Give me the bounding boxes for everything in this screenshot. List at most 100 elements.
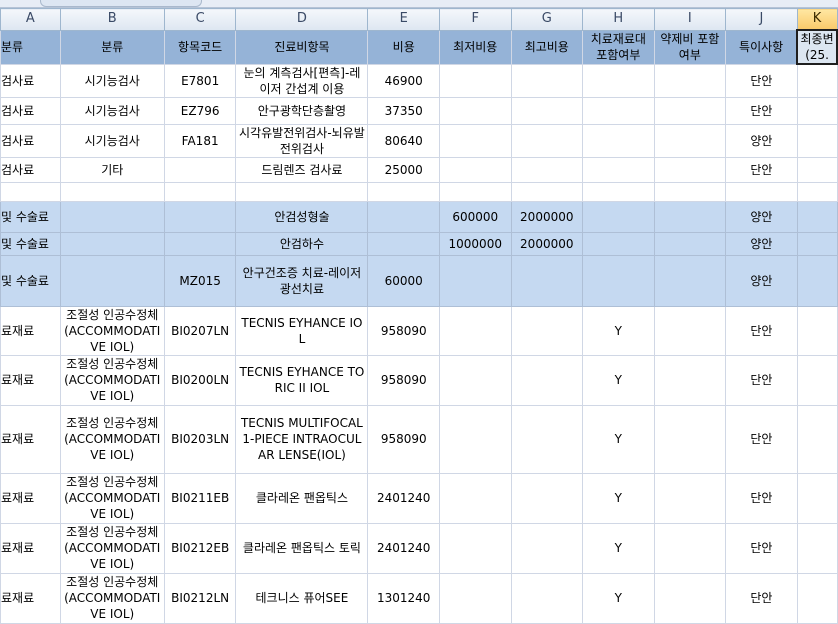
cell-k[interactable] <box>796 522 838 574</box>
cell-j[interactable]: 단안 <box>725 96 798 125</box>
cell-c[interactable]: MZ015 <box>163 254 237 307</box>
cell-g[interactable]: 2000000 <box>510 231 584 256</box>
cell-j[interactable]: 단안 <box>725 472 798 524</box>
cell-f[interactable] <box>438 404 512 474</box>
cell-a[interactable]: 료재료 <box>0 404 61 474</box>
cell-e[interactable]: 958090 <box>367 354 440 406</box>
cell-g[interactable] <box>510 123 584 158</box>
cell-d[interactable]: TECNIS EYHANCE TORIC II IOL <box>235 354 369 406</box>
cell-d[interactable]: TECNIS EYHANCE IOL <box>235 305 369 356</box>
cell-f[interactable] <box>438 156 512 183</box>
cell-a[interactable]: 검사료 <box>0 63 61 98</box>
cell-h[interactable] <box>582 63 655 98</box>
field-header-cell[interactable]: 최저비용 <box>438 29 512 65</box>
cell-h[interactable]: Y <box>582 572 655 624</box>
cell-g[interactable] <box>510 354 584 406</box>
cell-c[interactable] <box>163 181 237 202</box>
column-header-j[interactable]: J <box>725 8 798 31</box>
cell-d[interactable]: TECNIS MULTIFOCAL 1-PIECE INTRAOCULAR LE… <box>235 404 369 474</box>
column-header-c[interactable]: C <box>163 8 237 31</box>
field-header-cell[interactable]: 항목코드 <box>163 29 237 65</box>
cell-e[interactable]: 1301240 <box>367 572 440 624</box>
cell-h[interactable]: Y <box>582 305 655 356</box>
cell-f[interactable] <box>438 354 512 406</box>
cell-d[interactable]: 클라레온 팬옵틱스 토릭 <box>235 522 369 574</box>
cell-e[interactable]: 37350 <box>367 96 440 125</box>
cell-a[interactable]: 료재료 <box>0 522 61 574</box>
cell-h[interactable]: Y <box>582 472 655 524</box>
cell-k[interactable] <box>796 254 838 307</box>
cell-k[interactable] <box>796 181 838 202</box>
cell-h[interactable] <box>582 181 655 202</box>
cell-b[interactable] <box>59 200 165 233</box>
cell-b[interactable]: 기타 <box>59 156 165 183</box>
cell-c[interactable]: FA181 <box>163 123 237 158</box>
column-header-a[interactable]: A <box>0 8 61 31</box>
cell-g[interactable] <box>510 254 584 307</box>
cell-j[interactable]: 양안 <box>725 123 798 158</box>
cell-b[interactable]: 조절성 인공수정체(ACCOMMODATIVE IOL) <box>59 522 165 574</box>
cell-a[interactable]: 료재료 <box>0 305 61 356</box>
column-header-d[interactable]: D <box>235 8 369 31</box>
column-header-h[interactable]: H <box>582 8 655 31</box>
cell-a[interactable]: 료재료 <box>0 354 61 406</box>
cell-j[interactable] <box>725 181 798 202</box>
cell-a[interactable]: 및 수술료 <box>0 254 61 307</box>
cell-a[interactable] <box>0 181 61 202</box>
cell-i[interactable] <box>653 404 727 474</box>
cell-d[interactable]: 안검성형술 <box>235 200 369 233</box>
cell-j[interactable]: 단안 <box>725 156 798 183</box>
cell-b[interactable]: 조절성 인공수정체(ACCOMMODATIVE IOL) <box>59 354 165 406</box>
column-header-g[interactable]: G <box>510 8 584 31</box>
field-header-cell[interactable]: 최종변 (25. <box>796 29 838 65</box>
cell-f[interactable] <box>438 522 512 574</box>
cell-i[interactable] <box>653 354 727 406</box>
cell-i[interactable] <box>653 305 727 356</box>
field-header-cell[interactable]: 약제비 포함 여부 <box>653 29 727 65</box>
cell-b[interactable]: 조절성 인공수정체(ACCOMMODATIVE IOL) <box>59 404 165 474</box>
column-header-e[interactable]: E <box>367 8 440 31</box>
cell-a[interactable]: 검사료 <box>0 156 61 183</box>
cell-h[interactable]: Y <box>582 354 655 406</box>
cell-k[interactable] <box>796 156 838 183</box>
cell-i[interactable] <box>653 200 727 233</box>
cell-e[interactable]: 958090 <box>367 404 440 474</box>
cell-e[interactable] <box>367 231 440 256</box>
cell-d[interactable]: 클라레온 팬옵틱스 <box>235 472 369 524</box>
cell-g[interactable] <box>510 63 584 98</box>
field-header-cell[interactable]: 분류 <box>59 29 165 65</box>
cell-k[interactable] <box>796 63 838 98</box>
cell-c[interactable] <box>163 156 237 183</box>
cell-e[interactable]: 60000 <box>367 254 440 307</box>
cell-j[interactable]: 양안 <box>725 254 798 307</box>
cell-j[interactable]: 단안 <box>725 572 798 624</box>
cell-b[interactable]: 조절성 인공수정체(ACCOMMODATIVE IOL) <box>59 472 165 524</box>
cell-f[interactable] <box>438 305 512 356</box>
cell-b[interactable] <box>59 181 165 202</box>
cell-b[interactable]: 시기능검사 <box>59 123 165 158</box>
cell-a[interactable]: 검사료 <box>0 96 61 125</box>
cell-b[interactable]: 시기능검사 <box>59 63 165 98</box>
cell-i[interactable] <box>653 63 727 98</box>
cell-i[interactable] <box>653 254 727 307</box>
cell-j[interactable]: 양안 <box>725 231 798 256</box>
cell-g[interactable] <box>510 404 584 474</box>
cell-a[interactable]: 료재료 <box>0 572 61 624</box>
cell-a[interactable]: 료재료 <box>0 472 61 524</box>
cell-g[interactable] <box>510 96 584 125</box>
cell-k[interactable] <box>796 305 838 356</box>
cell-d[interactable]: 눈의 계측검사[편측]-레이저 간섭계 이용 <box>235 63 369 98</box>
cell-g[interactable]: 2000000 <box>510 200 584 233</box>
field-header-cell[interactable]: 치료재료대 포함여부 <box>582 29 655 65</box>
cell-c[interactable]: BI0203LN <box>163 404 237 474</box>
cell-f[interactable] <box>438 123 512 158</box>
cell-j[interactable]: 단안 <box>725 305 798 356</box>
cell-d[interactable]: 안검하수 <box>235 231 369 256</box>
cell-j[interactable]: 양안 <box>725 200 798 233</box>
cell-k[interactable] <box>796 231 838 256</box>
cell-h[interactable]: Y <box>582 404 655 474</box>
cell-h[interactable] <box>582 123 655 158</box>
cell-c[interactable]: E7801 <box>163 63 237 98</box>
cell-k[interactable] <box>796 472 838 524</box>
cell-i[interactable] <box>653 472 727 524</box>
